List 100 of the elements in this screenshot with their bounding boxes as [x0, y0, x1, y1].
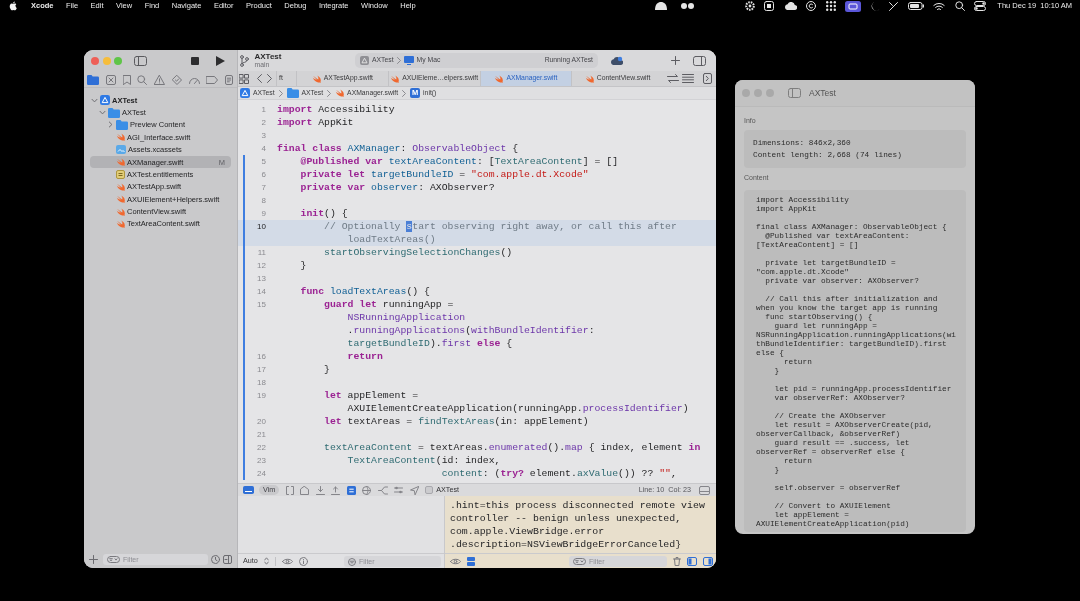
chevron-icon[interactable]	[91, 96, 98, 104]
circle-icon[interactable]	[806, 1, 817, 11]
panel-icon[interactable]	[699, 485, 710, 495]
line-number: 13	[257, 273, 266, 285]
gauge-icon[interactable]	[188, 75, 200, 84]
sidebar-toggle-icon[interactable]	[788, 88, 801, 98]
code-line: guard let runningApp =	[324, 298, 454, 311]
console-text: .description=NSViewBridgeErrorCanceled}	[450, 537, 682, 551]
filter-icon	[348, 557, 356, 566]
dome-icon[interactable]	[654, 2, 667, 10]
code-line: }	[324, 363, 330, 376]
monitor-icon	[403, 56, 414, 65]
grid-icon[interactable]	[825, 1, 836, 11]
globe-icon[interactable]	[362, 485, 372, 495]
code-line: targetBundleID).first else {	[347, 337, 513, 350]
location-arrow-icon[interactable]	[409, 485, 419, 495]
window-title: AXTest	[809, 86, 836, 100]
code-line: @Published var textAreaContent: [TextAreaContent] = []	[300, 155, 618, 168]
square-icon[interactable]	[764, 1, 775, 11]
plus-icon[interactable]	[671, 56, 680, 65]
code-line: content: (try? element.axValue()) ?? "",	[441, 467, 677, 480]
folder-icon[interactable]	[87, 74, 99, 85]
folder-icon	[108, 107, 120, 118]
bird-icon	[311, 74, 321, 83]
code-line: AXUIElementCreateApplication(runningApp.processIdentifier)	[347, 402, 689, 415]
panel-icon[interactable]	[243, 486, 254, 494]
panel-icon[interactable]	[223, 555, 232, 564]
line-number: 20	[257, 416, 266, 428]
plus-icon[interactable]	[89, 555, 98, 564]
code-line: NSRunningApplication	[347, 311, 466, 324]
diamond-icon[interactable]	[171, 74, 182, 85]
document-icon[interactable]	[225, 74, 233, 85]
code-line: textAreaContent = textAreas.enumerated().map { index, element in	[324, 441, 701, 454]
panel-icon[interactable]	[703, 556, 713, 566]
toggles-icon[interactable]	[974, 1, 987, 11]
line-number: 4	[261, 143, 266, 155]
stack-icon[interactable]	[467, 556, 475, 566]
chevron-updown-icon[interactable]	[263, 557, 269, 565]
sliders-icon[interactable]	[394, 486, 404, 494]
play-icon[interactable]	[216, 56, 225, 66]
code-line: import AppKit	[277, 116, 354, 129]
moon-icon[interactable]	[870, 1, 880, 11]
warning-icon[interactable]	[154, 74, 165, 85]
bookmark-icon[interactable]	[122, 74, 131, 85]
arrow-up-icon[interactable]	[331, 485, 341, 495]
arrow-down-icon[interactable]	[315, 485, 325, 495]
sidebar-toggle-icon[interactable]	[134, 56, 147, 66]
slash-icon[interactable]	[889, 1, 899, 11]
info-icon[interactable]	[298, 556, 308, 566]
panel-icon[interactable]	[687, 556, 697, 566]
code-line: private let targetBundleID = "com.apple.dt.Xcode"	[300, 168, 589, 181]
folder-icon	[286, 88, 299, 98]
line-number: 8	[261, 195, 266, 207]
bird-icon	[116, 133, 125, 142]
battery-icon[interactable]	[907, 2, 924, 10]
folder-icon	[116, 119, 128, 130]
x-square-icon[interactable]	[105, 74, 116, 85]
eye-icon[interactable]	[450, 557, 461, 565]
gear-icon[interactable]	[744, 1, 755, 11]
branch-icon	[239, 54, 249, 67]
bird-icon	[335, 89, 345, 97]
house-icon[interactable]	[300, 485, 310, 495]
wifi-icon[interactable]	[933, 1, 946, 11]
trash-icon[interactable]	[673, 556, 681, 566]
chevron-left-icon[interactable]	[257, 74, 262, 83]
code-line: final class AXManager: ObservableObject {	[277, 142, 519, 155]
list-icon[interactable]	[346, 485, 356, 495]
panel-icon[interactable]	[693, 55, 706, 66]
swap-arrows-icon[interactable]	[667, 74, 679, 83]
cloud-icon[interactable]	[610, 56, 623, 65]
note-icon	[116, 170, 125, 180]
clock-icon[interactable]	[211, 555, 220, 564]
apple-icon[interactable]	[9, 1, 17, 11]
cloud-icon[interactable]	[783, 2, 797, 10]
window-icon[interactable]	[845, 0, 862, 12]
panel-icon[interactable]	[703, 73, 712, 84]
close-button[interactable]	[91, 57, 99, 65]
app-icon	[240, 88, 250, 98]
bird-icon	[494, 74, 504, 83]
dots-icon[interactable]	[681, 3, 695, 9]
code-line: startObservingSelectionChanges()	[324, 246, 513, 259]
line-number: 7	[261, 182, 266, 194]
code-line: return	[347, 350, 383, 363]
lines-icon[interactable]	[682, 74, 694, 83]
stop-icon[interactable]	[191, 57, 199, 65]
tag-icon[interactable]	[206, 75, 219, 84]
line-number: 21	[257, 429, 266, 441]
line-number: 18	[257, 377, 266, 389]
eye-icon[interactable]	[281, 557, 293, 565]
line-number: 17	[257, 364, 266, 376]
code-line: func loadTextAreas() {	[300, 285, 430, 298]
search-icon[interactable]	[954, 1, 965, 11]
brackets-icon[interactable]	[285, 485, 294, 495]
line-number: 12	[257, 260, 266, 272]
project-name[interactable]: AXTest	[254, 52, 350, 61]
fork-icon[interactable]	[377, 485, 388, 495]
chevron-icon[interactable]	[107, 121, 114, 129]
filter-icon	[573, 557, 586, 565]
chevron-icon[interactable]	[99, 109, 106, 117]
filter-icon	[107, 556, 120, 563]
